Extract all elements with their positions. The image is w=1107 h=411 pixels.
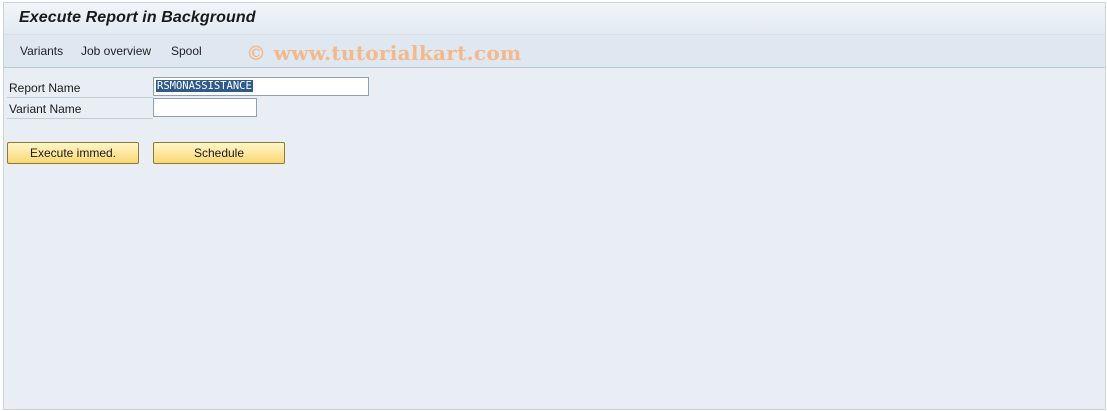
application-toolbar: Variants Job overview Spool © www.tutori… — [4, 35, 1105, 68]
menu-job-overview[interactable]: Job overview — [81, 44, 151, 58]
sap-window: Execute Report in Background Variants Jo… — [3, 2, 1106, 410]
page-title: Execute Report in Background — [19, 9, 256, 26]
execute-immediately-button[interactable]: Execute immed. — [7, 142, 139, 164]
title-bar: Execute Report in Background — [4, 3, 1105, 35]
variant-name-label: Variant Name — [9, 102, 82, 116]
schedule-button[interactable]: Schedule — [153, 142, 285, 164]
variant-name-field[interactable] — [153, 98, 257, 117]
report-name-value: RSMONASSISTANCE — [156, 80, 253, 92]
menu-variants[interactable]: Variants — [20, 44, 63, 58]
report-name-field[interactable]: RSMONASSISTANCE — [153, 77, 369, 96]
report-name-label: Report Name — [9, 81, 81, 95]
report-name-row: Report Name — [7, 77, 153, 98]
watermark-text: © www.tutorialkart.com — [246, 41, 522, 65]
variant-name-row: Variant Name — [7, 98, 153, 119]
menu-spool[interactable]: Spool — [171, 44, 202, 58]
